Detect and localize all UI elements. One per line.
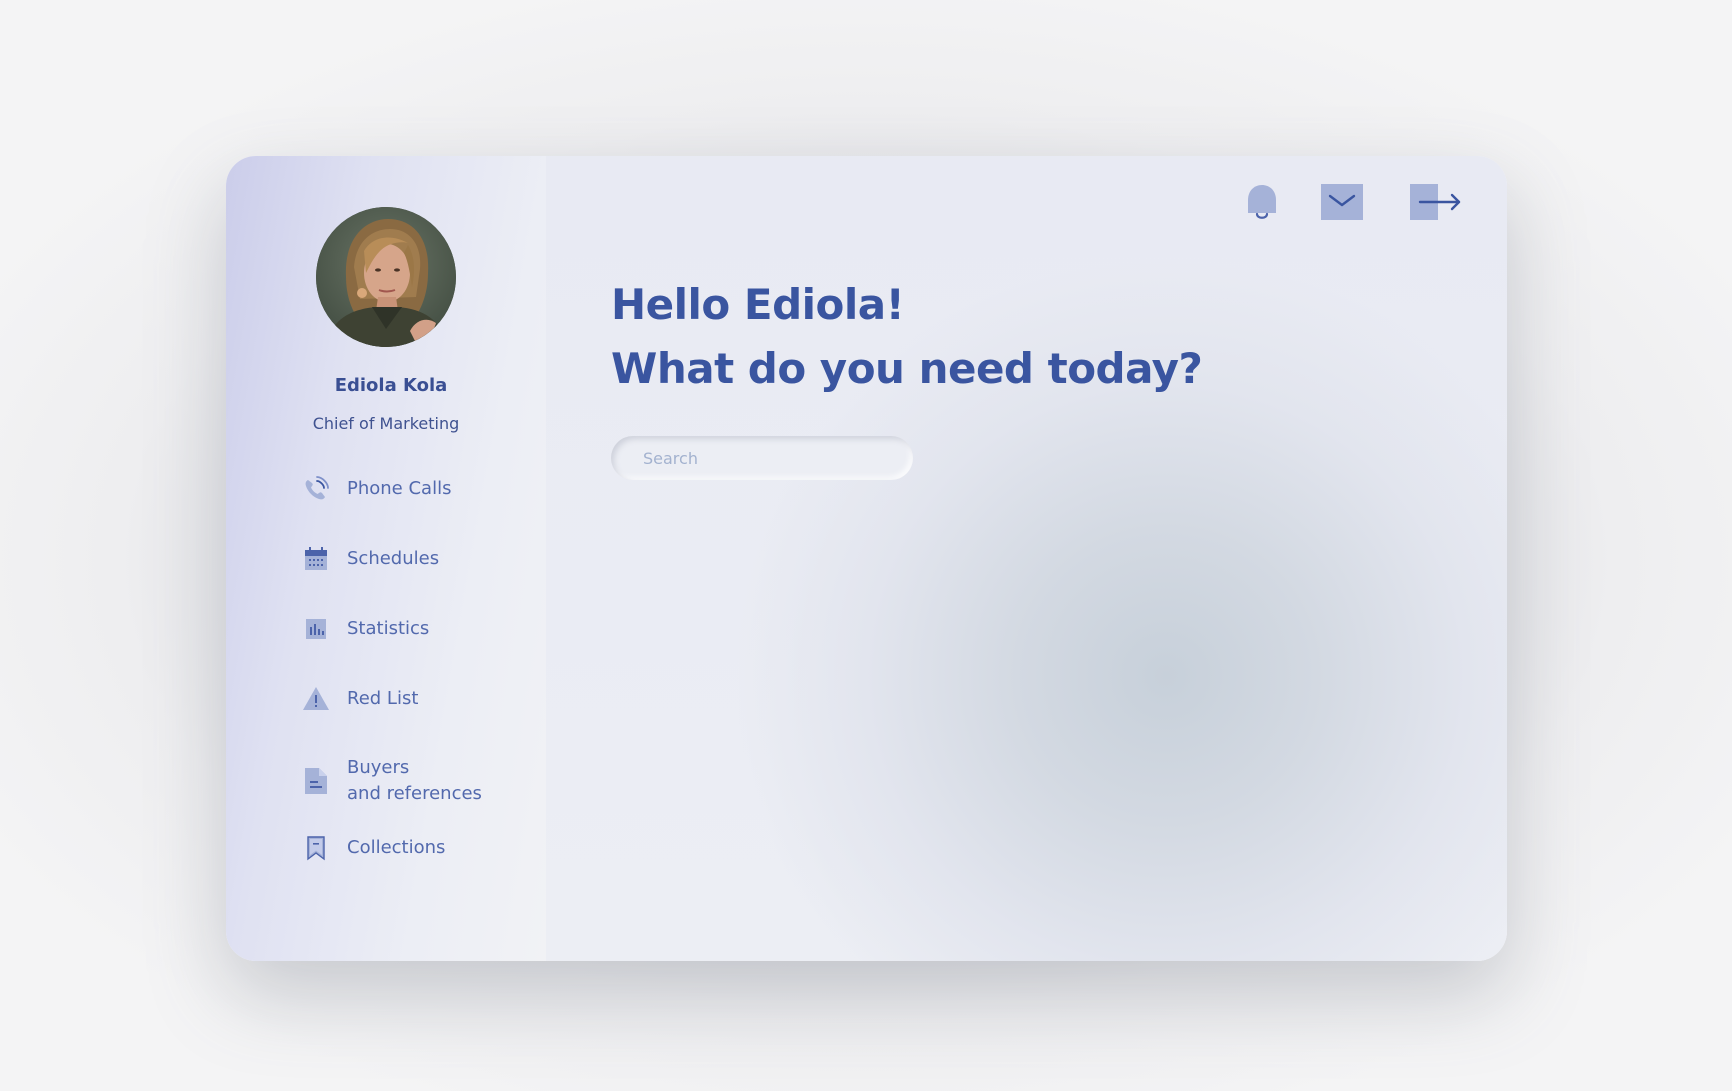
main-panel: Hello Ediola! What do you need today?	[546, 156, 1507, 961]
sidebar-item-label: Schedules	[347, 548, 440, 569]
sidebar-item-label: Collections	[347, 837, 446, 858]
sidebar: Ediola Kola Chief of Marketing Phone Cal…	[226, 156, 546, 961]
sidebar-item-buyers-and-references[interactable]: Buyers and references	[301, 753, 541, 809]
warning-icon	[301, 684, 331, 714]
sidebar-nav: Phone Calls Schedules Statistics Red Lis…	[226, 156, 546, 961]
phone-icon	[301, 474, 331, 504]
sidebar-item-red-list[interactable]: Red List	[301, 679, 541, 719]
mail-icon[interactable]	[1320, 182, 1364, 224]
sidebar-item-label: Buyers and references	[347, 755, 482, 807]
bookmark-icon	[301, 833, 331, 863]
sidebar-item-phone-calls[interactable]: Phone Calls	[301, 469, 541, 509]
bar-chart-icon	[301, 614, 331, 644]
sidebar-item-label: Statistics	[347, 618, 430, 639]
sidebar-item-statistics[interactable]: Statistics	[301, 609, 541, 649]
sidebar-item-schedules[interactable]: Schedules	[301, 539, 541, 579]
sidebar-item-label: Phone Calls	[347, 478, 452, 499]
app-window: Ediola Kola Chief of Marketing Phone Cal…	[226, 156, 1507, 961]
greeting-line-2: What do you need today?	[611, 344, 1203, 393]
sidebar-item-label-line2: and references	[347, 783, 482, 804]
search-input[interactable]	[611, 436, 913, 480]
greeting-line-1: Hello Ediola!	[611, 280, 905, 329]
sidebar-item-label-line1: Buyers	[347, 757, 410, 778]
logout-icon[interactable]	[1408, 182, 1462, 226]
document-icon	[301, 766, 331, 796]
bell-icon[interactable]	[1240, 180, 1284, 228]
calendar-icon	[301, 544, 331, 574]
greeting: Hello Ediola! What do you need today?	[611, 273, 1203, 401]
sidebar-item-label: Red List	[347, 688, 419, 709]
sidebar-item-collections[interactable]: Collections	[301, 828, 541, 868]
